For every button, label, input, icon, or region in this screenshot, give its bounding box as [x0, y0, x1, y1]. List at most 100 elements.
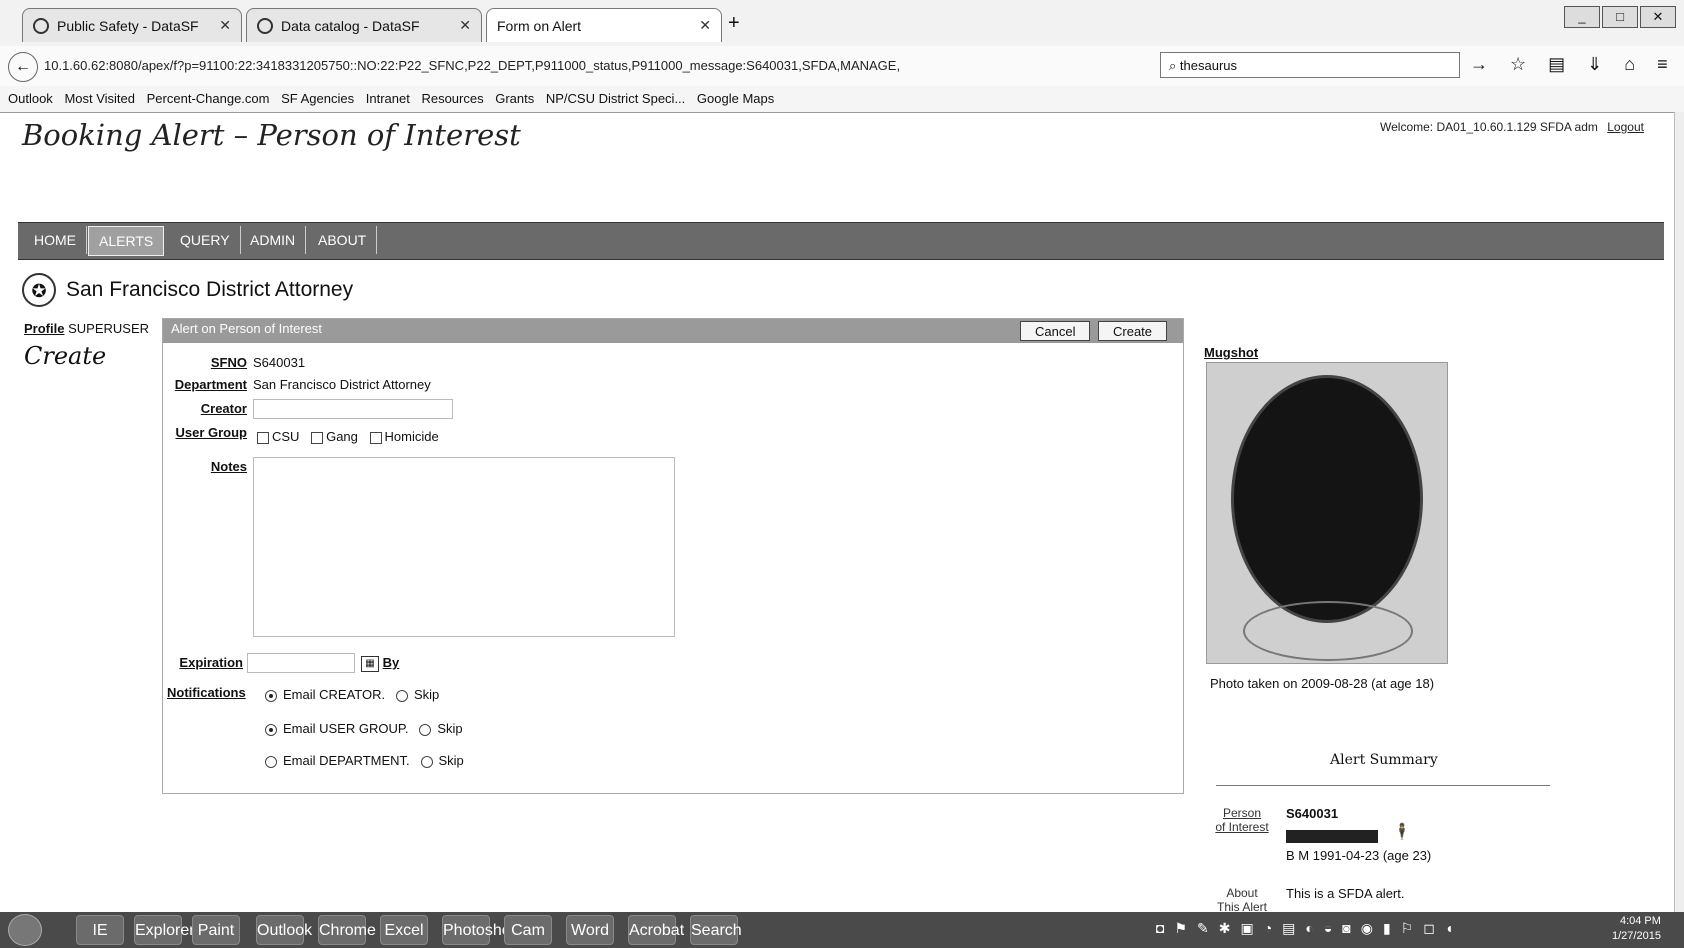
back-arrow-icon[interactable]: ← [8, 52, 38, 82]
csu-checkbox[interactable] [257, 431, 269, 444]
taskbar-clock[interactable]: 4:04 PM 1/27/2015 [1612, 914, 1661, 944]
bookmark-outlook[interactable]: Outlook [8, 91, 53, 106]
profile-link[interactable]: Profile [24, 321, 64, 336]
taskbar-cam[interactable]: Cam [504, 915, 552, 945]
close-tab-icon[interactable]: ✕ [699, 17, 711, 34]
redacted-name [1286, 830, 1378, 843]
bookmark-sf-agencies[interactable]: SF Agencies [281, 91, 354, 106]
bookmark-intranet[interactable]: Intranet [366, 91, 410, 106]
skip-creator-radio[interactable] [395, 689, 408, 702]
page-scrollbar[interactable] [1674, 112, 1684, 912]
menu-icon[interactable]: ≡ [1657, 54, 1668, 75]
person-figure-icon: 🕴 [1392, 824, 1412, 841]
bookmark-resources[interactable]: Resources [421, 91, 483, 106]
homicide-checkbox[interactable] [369, 431, 382, 444]
taskbar-paint[interactable]: Paint [192, 915, 240, 945]
home-icon[interactable]: ⌂ [1624, 54, 1635, 75]
new-tab-button[interactable]: + [728, 12, 740, 35]
download-icon[interactable]: ⇓ [1587, 54, 1602, 75]
globe-icon [257, 17, 273, 34]
close-tab-icon[interactable]: ✕ [219, 17, 231, 34]
notify-user-group-row: Email USER GROUP. Skip [265, 721, 463, 736]
expiration-picker: ▦ By [361, 655, 399, 672]
skip-creator-label: Skip [413, 687, 440, 702]
person-label-line2: of Interest [1215, 820, 1269, 834]
tab-form-on-alert[interactable]: Form on Alert ✕ [486, 8, 722, 42]
taskbar-outlook[interactable]: Outlook [256, 915, 312, 945]
taskbar-photoshop[interactable]: Photoshop [442, 915, 520, 945]
notes-textarea[interactable] [253, 457, 675, 637]
calendar-icon[interactable]: ▦ [361, 655, 379, 672]
mugshot-heading[interactable]: Mugshot [1204, 345, 1258, 360]
clock-date: 1/27/2015 [1612, 930, 1661, 942]
bookmark-google-maps[interactable]: Google Maps [697, 91, 774, 106]
email-creator-label: Email CREATOR. [283, 687, 386, 702]
create-button[interactable]: Create [1098, 321, 1168, 341]
person-description: B M 1991-04-23 (age 23) [1286, 848, 1432, 863]
bookmark-star-icon[interactable]: ☆ [1510, 54, 1526, 75]
person-label-line1: Person [1222, 806, 1262, 820]
maximize-icon[interactable]: □ [1602, 6, 1638, 28]
nav-admin[interactable]: ADMIN [240, 226, 307, 254]
notify-creator-row: Email CREATOR. Skip [265, 687, 439, 702]
skip-department-radio[interactable] [420, 755, 433, 768]
welcome-user: Welcome: DA01_10.60.1.129 SFDA adm [1380, 120, 1598, 134]
taskbar-explorer[interactable]: Explorer [134, 915, 195, 945]
start-button[interactable] [8, 914, 42, 946]
welcome-text: Welcome: DA01_10.60.1.129 SFDA adm Logou… [1380, 120, 1644, 134]
taskbar-acrobat[interactable]: Acrobat [628, 915, 684, 945]
expiration-field[interactable] [247, 653, 355, 673]
nav-query[interactable]: QUERY [170, 226, 241, 254]
main-nav: HOME ALERTS QUERY ADMIN ABOUT [18, 222, 1664, 260]
minimize-icon[interactable]: _ [1564, 6, 1600, 28]
mode-label: Create [24, 342, 107, 370]
notifications-label: Notifications [167, 685, 246, 700]
taskbar-word[interactable]: Word [566, 915, 614, 945]
mugshot-photo [1206, 362, 1448, 664]
profile-info: Profile SUPERUSER [24, 321, 149, 336]
taskbar-excel[interactable]: Excel [380, 915, 428, 945]
skip-department-label: Skip [438, 753, 464, 768]
notes-label: Notes [210, 459, 247, 474]
tab-data-catalog[interactable]: Data catalog - DataSF ✕ [246, 8, 482, 42]
bookmark-most-visited[interactable]: Most Visited [64, 91, 135, 106]
csu-label: CSU [272, 429, 300, 444]
close-window-icon[interactable]: ✕ [1640, 6, 1676, 28]
email-department-radio[interactable] [265, 755, 277, 768]
person-id: S640031 [1286, 806, 1339, 821]
taskbar-ie[interactable]: IE [76, 915, 124, 945]
close-tab-icon[interactable]: ✕ [459, 17, 471, 34]
taskbar-search[interactable]: Search [690, 915, 742, 945]
by-link[interactable]: By [383, 655, 400, 670]
library-icon[interactable]: ▤ [1548, 54, 1565, 75]
tab-public-safety[interactable]: Public Safety - DataSF ✕ [22, 8, 242, 42]
nav-about[interactable]: ABOUT [308, 226, 378, 254]
taskbar-chrome[interactable]: Chrome [318, 915, 376, 945]
bookmark-np-csu[interactable]: NP/CSU District Speci... [546, 91, 685, 106]
sfno-label: SFNO [210, 355, 247, 370]
department-label: Department [174, 377, 247, 392]
gang-checkbox[interactable] [311, 431, 324, 444]
browser-tab-strip: Public Safety - DataSF ✕ Data catalog - … [0, 0, 1684, 47]
gang-label: Gang [326, 429, 358, 444]
search-input[interactable]: ⌕ thesaurus [1160, 52, 1460, 78]
system-tray[interactable]: ◘⚑✎✱▣◔▤◐◒◙◉▮⚐◻◖ [1156, 920, 1463, 937]
email-department-label: Email DEPARTMENT. [283, 753, 410, 768]
email-user-group-radio[interactable] [265, 723, 277, 736]
cancel-button[interactable]: Cancel [1020, 321, 1091, 341]
agency-seal-icon: ✪ [22, 273, 56, 307]
bookmark-percent-change[interactable]: Percent-Change.com [147, 91, 270, 106]
email-creator-radio[interactable] [265, 689, 277, 702]
mugshot-shoulders [1243, 601, 1413, 661]
globe-icon [33, 17, 49, 34]
nav-home[interactable]: HOME [24, 226, 87, 254]
bookmark-grants[interactable]: Grants [495, 91, 534, 106]
logout-link[interactable]: Logout [1607, 120, 1644, 134]
creator-field[interactable] [253, 399, 453, 419]
department-value: San Francisco District Attorney [253, 377, 431, 392]
skip-user-group-radio[interactable] [419, 723, 432, 736]
go-arrow-icon[interactable]: → [1470, 54, 1488, 75]
url-field[interactable]: 10.1.60.62:8080/apex/f?p=91100:22:341833… [44, 54, 1144, 78]
person-of-interest-label[interactable]: Person of Interest [1212, 806, 1272, 834]
nav-alerts[interactable]: ALERTS [88, 226, 165, 256]
